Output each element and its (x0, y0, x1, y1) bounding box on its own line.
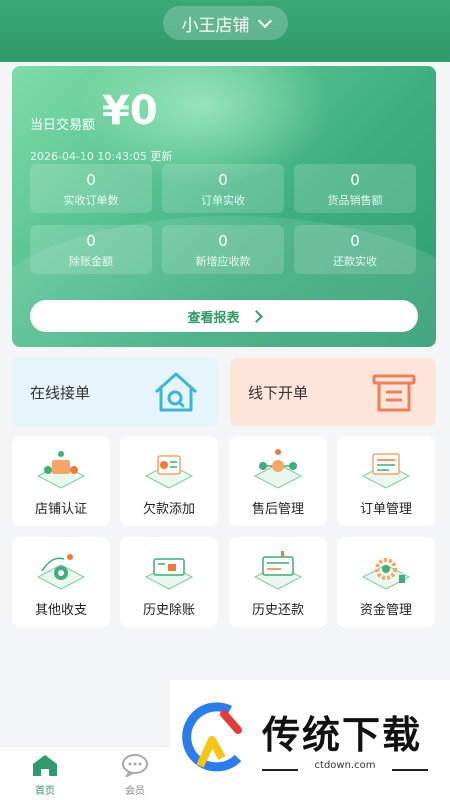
tile-label: 其他收支 (34, 603, 87, 618)
chevron-right-icon (249, 309, 263, 323)
store-selector[interactable]: 小王店铺 (163, 6, 288, 40)
tile-label: 欠款添加 (142, 502, 195, 517)
offline-order-label: 线下开单 (248, 383, 309, 402)
stat-value: 0 (218, 171, 228, 189)
stat-credit-amount[interactable]: 0 除账金额 (30, 225, 152, 274)
stat-repayment-received[interactable]: 0 还款实收 (294, 225, 416, 274)
stat-label: 新增应收款 (195, 255, 251, 268)
tile-label: 历史除账 (142, 603, 195, 618)
chat-bubble-icon (122, 754, 148, 779)
today-label: 当日交易额 (30, 118, 96, 133)
tile-label: 售后管理 (251, 502, 304, 517)
other-income-expense-icon (36, 554, 86, 590)
update-time: 2026-04-10 10:43:05 更新 (30, 150, 173, 163)
tile-store-certification[interactable]: 店铺认证 (12, 436, 110, 526)
tile-label: 订单管理 (359, 502, 412, 517)
stat-value: 0 (350, 171, 360, 189)
stat-label: 货品销售额 (327, 194, 383, 207)
debt-add-icon (144, 455, 194, 489)
stat-order-received[interactable]: 0 订单实收 (162, 164, 284, 213)
tile-other-income-expense[interactable]: 其他收支 (12, 537, 110, 627)
nav-member[interactable]: 会员 (105, 753, 165, 797)
home-icon (33, 755, 57, 776)
stat-goods-sales[interactable]: 0 货品销售额 (294, 164, 416, 213)
order-management-icon (361, 453, 411, 489)
top-bar: 小王店铺 (0, 0, 450, 62)
stat-label: 实收订单数 (63, 194, 119, 207)
watermark-title: 传统下载 (262, 713, 423, 757)
tile-history-credit[interactable]: 历史除账 (120, 537, 218, 627)
tile-label: 资金管理 (359, 603, 412, 618)
nav-home-label: 首页 (35, 786, 55, 797)
watermark: 传统下载 ctdown.com (170, 680, 450, 800)
history-credit-icon (144, 558, 194, 590)
stat-label: 除账金额 (69, 255, 113, 268)
today-amount: ¥0 (102, 88, 158, 134)
stat-value: 0 (218, 232, 228, 250)
stat-value: 0 (86, 171, 96, 189)
store-certification-icon (36, 451, 86, 489)
stat-new-receivable[interactable]: 0 新增应收款 (162, 225, 284, 274)
chevron-down-icon (257, 13, 272, 28)
summary-card: 当日交易额 ¥0 2026-04-10 10:43:05 更新 0 实收订单数 … (12, 66, 436, 347)
stat-value: 0 (86, 232, 96, 250)
offline-order-card[interactable]: 线下开单 (230, 358, 436, 426)
online-order-label: 在线接单 (30, 383, 91, 402)
watermark-logo (182, 702, 242, 772)
store-name: 小王店铺 (181, 15, 250, 36)
fund-management-icon (361, 558, 411, 590)
tile-history-repayment[interactable]: 历史还款 (229, 537, 327, 627)
tile-label: 店铺认证 (34, 502, 87, 517)
tile-after-sales[interactable]: 售后管理 (229, 436, 327, 526)
history-repayment-icon (253, 551, 303, 590)
tile-label: 历史还款 (251, 603, 304, 618)
stat-label: 订单实收 (201, 194, 245, 207)
tile-fund-management[interactable]: 资金管理 (337, 537, 435, 627)
stat-paid-orders[interactable]: 0 实收订单数 (30, 164, 152, 213)
nav-member-label: 会员 (125, 786, 145, 797)
tile-debt-add[interactable]: 欠款添加 (120, 436, 218, 526)
stat-label: 还款实收 (333, 255, 377, 268)
receipt-icon (372, 374, 416, 412)
house-search-icon (154, 372, 198, 412)
online-order-card[interactable]: 在线接单 (12, 358, 218, 426)
view-report-button[interactable]: 查看报表 (30, 300, 418, 332)
after-sales-icon (253, 449, 303, 489)
nav-home[interactable]: 首页 (15, 753, 75, 797)
view-report-label: 查看报表 (187, 310, 240, 326)
stat-value: 0 (350, 232, 360, 250)
tile-order-management[interactable]: 订单管理 (337, 436, 435, 526)
